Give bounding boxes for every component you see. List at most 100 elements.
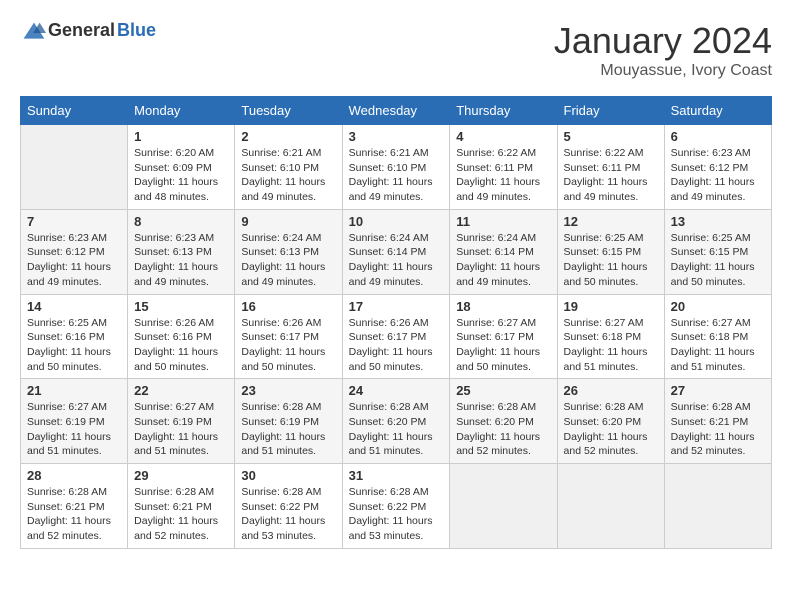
day-info: Sunrise: 6:20 AMSunset: 6:09 PMDaylight:… (134, 146, 228, 205)
calendar-cell: 12Sunrise: 6:25 AMSunset: 6:15 PMDayligh… (557, 209, 664, 294)
day-info: Sunrise: 6:22 AMSunset: 6:11 PMDaylight:… (564, 146, 658, 205)
calendar-cell: 27Sunrise: 6:28 AMSunset: 6:21 PMDayligh… (664, 379, 771, 464)
calendar-cell: 31Sunrise: 6:28 AMSunset: 6:22 PMDayligh… (342, 464, 450, 549)
calendar-cell: 21 Sunrise: 6:27 AMSunset: 6:19 PMDayligh… (21, 379, 128, 464)
day-info: Sunrise: 6:21 AMSunset: 6:10 PMDaylight:… (349, 146, 444, 205)
day-info: Sunrise: 6:24 AMSunset: 6:13 PMDaylight:… (241, 231, 335, 290)
calendar-week-row: 1 Sunrise: 6:20 AMSunset: 6:09 PMDaylight… (21, 125, 772, 210)
calendar-cell: 23 Sunrise: 6:28 AMSunset: 6:19 PMDayligh… (235, 379, 342, 464)
day-info: Sunrise: 6:27 AMSunset: 6:19 PMDaylight:… (134, 400, 228, 459)
calendar-table: SundayMondayTuesdayWednesdayThursdayFrid… (20, 96, 772, 549)
day-number: 12 (564, 214, 658, 229)
header-friday: Friday (557, 97, 664, 125)
calendar-header-row: SundayMondayTuesdayWednesdayThursdayFrid… (21, 97, 772, 125)
header-thursday: Thursday (450, 97, 557, 125)
calendar-cell: 16 Sunrise: 6:26 AMSunset: 6:17 PMDayligh… (235, 294, 342, 379)
calendar-cell: 22 Sunrise: 6:27 AMSunset: 6:19 PMDayligh… (128, 379, 235, 464)
day-info: Sunrise: 6:23 AMSunset: 6:12 PMDaylight:… (27, 231, 121, 290)
logo: GeneralBlue (20, 20, 156, 41)
day-number: 16 (241, 299, 335, 314)
calendar-cell (450, 464, 557, 549)
calendar-cell: 25Sunrise: 6:28 AMSunset: 6:20 PMDayligh… (450, 379, 557, 464)
day-info: Sunrise: 6:27 AMSunset: 6:18 PMDaylight:… (671, 316, 765, 375)
day-info: Sunrise: 6:24 AMSunset: 6:14 PMDaylight:… (349, 231, 444, 290)
day-number: 31 (349, 468, 444, 483)
calendar-cell (664, 464, 771, 549)
location-title: Mouyassue, Ivory Coast (554, 62, 772, 80)
day-info: Sunrise: 6:26 AMSunset: 6:17 PMDaylight:… (241, 316, 335, 375)
title-block: January 2024 Mouyassue, Ivory Coast (554, 20, 772, 80)
day-number: 29 (134, 468, 228, 483)
day-number: 18 (456, 299, 550, 314)
calendar-week-row: 7 Sunrise: 6:23 AMSunset: 6:12 PMDaylight… (21, 209, 772, 294)
day-number: 6 (671, 129, 765, 144)
header-monday: Monday (128, 97, 235, 125)
day-number: 20 (671, 299, 765, 314)
calendar-cell: 9 Sunrise: 6:24 AMSunset: 6:13 PMDaylight… (235, 209, 342, 294)
day-number: 21 (27, 383, 121, 398)
day-number: 14 (27, 299, 121, 314)
day-number: 2 (241, 129, 335, 144)
calendar-cell: 7 Sunrise: 6:23 AMSunset: 6:12 PMDaylight… (21, 209, 128, 294)
day-info: Sunrise: 6:23 AMSunset: 6:12 PMDaylight:… (671, 146, 765, 205)
calendar-cell: 29 Sunrise: 6:28 AMSunset: 6:21 PMDayligh… (128, 464, 235, 549)
day-info: Sunrise: 6:22 AMSunset: 6:11 PMDaylight:… (456, 146, 550, 205)
day-info: Sunrise: 6:23 AMSunset: 6:13 PMDaylight:… (134, 231, 228, 290)
calendar-cell: 24 Sunrise: 6:28 AMSunset: 6:20 PMDayligh… (342, 379, 450, 464)
day-number: 26 (564, 383, 658, 398)
calendar-cell: 13 Sunrise: 6:25 AMSunset: 6:15 PMDayligh… (664, 209, 771, 294)
day-info: Sunrise: 6:28 AMSunset: 6:19 PMDaylight:… (241, 400, 335, 459)
day-info: Sunrise: 6:27 AMSunset: 6:18 PMDaylight:… (564, 316, 658, 375)
day-number: 4 (456, 129, 550, 144)
calendar-cell: 1 Sunrise: 6:20 AMSunset: 6:09 PMDaylight… (128, 125, 235, 210)
day-info: Sunrise: 6:28 AMSunset: 6:22 PMDaylight:… (241, 485, 335, 544)
day-info: Sunrise: 6:21 AMSunset: 6:10 PMDaylight:… (241, 146, 335, 205)
day-info: Sunrise: 6:25 AMSunset: 6:16 PMDaylight:… (27, 316, 121, 375)
calendar-cell: 10 Sunrise: 6:24 AMSunset: 6:14 PMDayligh… (342, 209, 450, 294)
day-number: 22 (134, 383, 228, 398)
calendar-cell: 19 Sunrise: 6:27 AMSunset: 6:18 PMDayligh… (557, 294, 664, 379)
day-number: 19 (564, 299, 658, 314)
calendar-cell: 5Sunrise: 6:22 AMSunset: 6:11 PMDaylight… (557, 125, 664, 210)
day-number: 24 (349, 383, 444, 398)
calendar-cell: 20 Sunrise: 6:27 AMSunset: 6:18 PMDayligh… (664, 294, 771, 379)
calendar-cell: 18Sunrise: 6:27 AMSunset: 6:17 PMDayligh… (450, 294, 557, 379)
calendar-cell: 11 Sunrise: 6:24 AMSunset: 6:14 PMDayligh… (450, 209, 557, 294)
calendar-cell: 2 Sunrise: 6:21 AMSunset: 6:10 PMDaylight… (235, 125, 342, 210)
calendar-cell: 8 Sunrise: 6:23 AMSunset: 6:13 PMDaylight… (128, 209, 235, 294)
day-info: Sunrise: 6:25 AMSunset: 6:15 PMDaylight:… (671, 231, 765, 290)
calendar-cell: 30 Sunrise: 6:28 AMSunset: 6:22 PMDayligh… (235, 464, 342, 549)
day-number: 15 (134, 299, 228, 314)
logo-blue-text: Blue (117, 20, 156, 41)
calendar-cell: 6 Sunrise: 6:23 AMSunset: 6:12 PMDaylight… (664, 125, 771, 210)
day-number: 13 (671, 214, 765, 229)
day-number: 28 (27, 468, 121, 483)
day-info: Sunrise: 6:26 AMSunset: 6:17 PMDaylight:… (349, 316, 444, 375)
header-tuesday: Tuesday (235, 97, 342, 125)
day-number: 11 (456, 214, 550, 229)
calendar-cell: 3 Sunrise: 6:21 AMSunset: 6:10 PMDaylight… (342, 125, 450, 210)
header-wednesday: Wednesday (342, 97, 450, 125)
day-number: 10 (349, 214, 444, 229)
calendar-cell: 14 Sunrise: 6:25 AMSunset: 6:16 PMDayligh… (21, 294, 128, 379)
day-number: 23 (241, 383, 335, 398)
calendar-cell (557, 464, 664, 549)
day-info: Sunrise: 6:24 AMSunset: 6:14 PMDaylight:… (456, 231, 550, 290)
day-number: 9 (241, 214, 335, 229)
day-number: 7 (27, 214, 121, 229)
calendar-cell: 4 Sunrise: 6:22 AMSunset: 6:11 PMDaylight… (450, 125, 557, 210)
day-info: Sunrise: 6:27 AMSunset: 6:19 PMDaylight:… (27, 400, 121, 459)
day-number: 8 (134, 214, 228, 229)
day-number: 30 (241, 468, 335, 483)
calendar-cell: 28Sunrise: 6:28 AMSunset: 6:21 PMDayligh… (21, 464, 128, 549)
day-info: Sunrise: 6:28 AMSunset: 6:21 PMDaylight:… (134, 485, 228, 544)
calendar-week-row: 21 Sunrise: 6:27 AMSunset: 6:19 PMDayligh… (21, 379, 772, 464)
logo-icon (22, 21, 46, 41)
calendar-cell: 26 Sunrise: 6:28 AMSunset: 6:20 PMDayligh… (557, 379, 664, 464)
day-number: 3 (349, 129, 444, 144)
day-number: 1 (134, 129, 228, 144)
calendar-cell (21, 125, 128, 210)
day-info: Sunrise: 6:28 AMSunset: 6:20 PMDaylight:… (349, 400, 444, 459)
day-info: Sunrise: 6:28 AMSunset: 6:20 PMDaylight:… (564, 400, 658, 459)
header-saturday: Saturday (664, 97, 771, 125)
